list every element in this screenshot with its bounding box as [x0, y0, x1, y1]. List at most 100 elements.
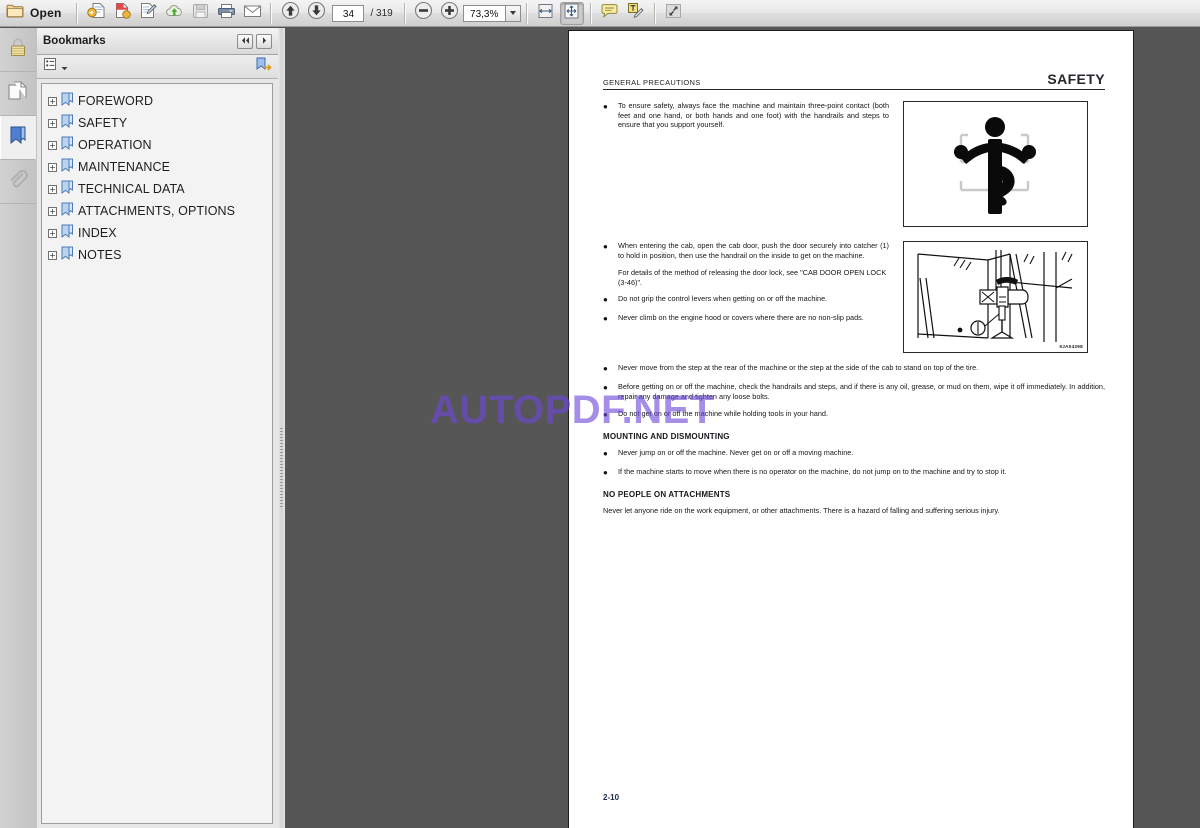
running-head-left: GENERAL PRECAUTIONS [603, 78, 701, 87]
zoom-in-button[interactable] [438, 1, 462, 25]
bookmark-label: MAINTENANCE [78, 160, 171, 174]
annotation-group [597, 0, 649, 26]
upload-cloud-button[interactable] [162, 2, 186, 25]
bookmarks-panel-header: Bookmarks [37, 28, 278, 55]
envelope-icon [243, 4, 262, 23]
chevron-down-icon [509, 11, 516, 15]
add-bookmark-button[interactable] [255, 56, 272, 77]
edit-doc-icon [139, 2, 158, 24]
section-heading: MOUNTING AND DISMOUNTING [603, 432, 730, 442]
content-block-1: ● To ensure safety, always face the mach… [603, 101, 1105, 227]
bookmark-item[interactable]: + ATTACHMENTS, OPTIONS [48, 200, 272, 222]
sidebar-tab-pages[interactable] [0, 72, 36, 116]
sidebar-tab-bookmarks[interactable] [0, 116, 36, 160]
bookmark-page-icon [61, 114, 74, 133]
zoom-out-button[interactable] [412, 1, 436, 25]
bookmark-item[interactable]: + TECHNICAL DATA [48, 178, 272, 200]
bullet-text: If the machine starts to move when there… [618, 467, 1007, 477]
edit-document-button[interactable] [136, 2, 160, 25]
toolbar-separator-4 [525, 2, 528, 24]
import-document-button[interactable] [84, 2, 108, 25]
bookmarks-panel: Bookmarks + FOREWORD + SAFETY + OPERATIO… [37, 28, 278, 828]
bookmark-item[interactable]: + FOREWORD [48, 90, 272, 112]
bullet-text: Never jump on or off the machine. Never … [618, 448, 854, 458]
zoom-group: 73,3% [411, 0, 521, 26]
bookmark-options-button[interactable] [43, 57, 255, 76]
running-head-right: SAFETY [1047, 71, 1105, 87]
print-button[interactable] [214, 2, 238, 25]
bookmark-label: INDEX [78, 226, 117, 240]
expand-arrows-icon [664, 3, 683, 24]
zoom-level-input[interactable]: 73,3% [462, 4, 505, 22]
next-page-button[interactable] [304, 1, 328, 25]
bookmark-page-icon [61, 158, 74, 177]
previous-page-button[interactable] [278, 1, 302, 25]
bookmark-label: FOREWORD [78, 94, 154, 108]
email-button[interactable] [240, 2, 264, 25]
expand-toggle-icon[interactable]: + [48, 184, 57, 194]
page-content: GENERAL PRECAUTIONS SAFETY ● To ensure s… [603, 71, 1105, 516]
expand-toggle-icon[interactable]: + [48, 96, 57, 106]
bookmark-item[interactable]: + SAFETY [48, 112, 272, 134]
fullscreen-button[interactable] [662, 2, 686, 25]
save-button[interactable] [188, 2, 212, 25]
open-file-label: Open [30, 6, 62, 20]
bullet-item: ● Before getting on or off the machine, … [603, 382, 1105, 401]
pdf-page: GENERAL PRECAUTIONS SAFETY ● To ensure s… [568, 30, 1134, 828]
highlight-text-button[interactable] [624, 2, 648, 25]
bullet-text: To ensure safety, always face the machin… [618, 101, 889, 130]
zoom-dropdown-button[interactable] [504, 4, 521, 22]
bullet-marker: ● [603, 242, 608, 251]
highlighter-icon [626, 2, 645, 24]
bookmark-item[interactable]: + NOTES [48, 244, 272, 266]
expand-toggle-icon[interactable]: + [48, 118, 57, 128]
block2-text-column: ● When entering the cab, open the cab do… [603, 241, 889, 353]
toolbar-separator-3 [403, 2, 406, 24]
arrow-up-icon [281, 1, 300, 25]
panel-splitter[interactable] [278, 28, 285, 828]
bookmark-item[interactable]: + OPERATION [48, 134, 272, 156]
bookmark-item[interactable]: + MAINTENANCE [48, 156, 272, 178]
speech-bubble-icon [600, 3, 619, 24]
main-toolbar: Open 34 / 319 73,3% [0, 0, 1200, 27]
document-viewport[interactable]: GENERAL PRECAUTIONS SAFETY ● To ensure s… [285, 28, 1200, 828]
page-number-label: 2-10 [603, 793, 620, 802]
block1-figure-column [903, 101, 1088, 227]
floppy-save-icon [192, 3, 209, 24]
bookmark-item[interactable]: + INDEX [48, 222, 272, 244]
splitter-grip[interactable] [280, 428, 283, 508]
printer-icon [217, 3, 236, 24]
fit-page-button[interactable] [559, 1, 584, 25]
sidebar-tab-attachments[interactable] [0, 160, 36, 204]
sub-paragraph: For details of the method of releasing t… [618, 268, 887, 287]
open-file-button[interactable]: Open [1, 2, 70, 25]
minus-circle-icon [414, 1, 433, 25]
content-block-2: ● When entering the cab, open the cab do… [603, 241, 1105, 353]
comment-button[interactable] [598, 2, 622, 25]
new-doc-icon [113, 2, 132, 24]
collapse-panel-button[interactable] [237, 33, 253, 49]
bookmarks-toolbar [37, 55, 278, 79]
bullet-marker: ● [603, 364, 608, 373]
expand-toggle-icon[interactable]: + [48, 250, 57, 260]
bullet-text: Before getting on or off the machine, ch… [618, 382, 1105, 401]
sidebar-tab-security[interactable] [0, 28, 36, 72]
expand-toggle-icon[interactable]: + [48, 162, 57, 172]
bullet-text: Do not grip the control levers when gett… [618, 294, 828, 304]
navigation-group: 34 / 319 [277, 0, 398, 26]
new-document-button[interactable] [110, 2, 134, 25]
arrow-down-icon [307, 1, 326, 25]
fit-width-button[interactable] [534, 2, 558, 25]
bullet-marker: ● [603, 102, 608, 111]
expand-toggle-icon[interactable]: + [48, 140, 57, 150]
fit-width-icon [536, 3, 555, 24]
bookmark-label: OPERATION [78, 138, 152, 152]
bookmark-label: NOTES [78, 248, 122, 262]
toolbar-separator-2 [270, 2, 273, 24]
expand-panel-icon [260, 32, 269, 50]
expand-toggle-icon[interactable]: + [48, 228, 57, 238]
block2-figure-column: 9JA04398 [903, 241, 1088, 353]
expand-panel-button[interactable] [256, 32, 272, 50]
expand-toggle-icon[interactable]: + [48, 206, 57, 216]
current-page-input[interactable]: 34 [332, 4, 365, 22]
